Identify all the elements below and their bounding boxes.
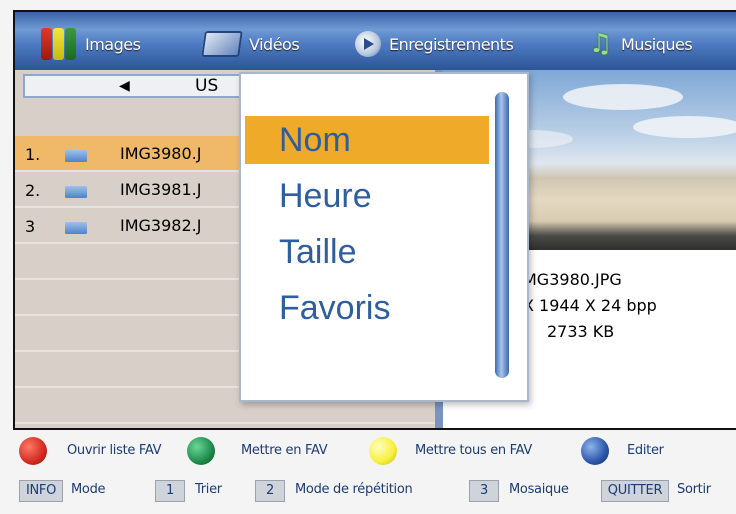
green-button-label: Mettre en FAV — [241, 443, 328, 458]
preview-filename: MG3980.JPG — [523, 270, 622, 289]
tab-videos[interactable]: Vidéos — [201, 30, 300, 58]
images-icon — [41, 28, 77, 60]
red-button-icon[interactable] — [19, 437, 47, 465]
sort-option-favorites[interactable]: Favoris — [245, 284, 489, 332]
tab-images[interactable]: Images — [41, 28, 141, 60]
file-number: 1. — [25, 145, 41, 164]
folder-icon — [65, 222, 87, 234]
sort-option-name[interactable]: Nom — [245, 116, 489, 164]
sort-option-size[interactable]: Taille — [245, 228, 489, 276]
quit-key[interactable]: QUITTER — [601, 480, 669, 502]
color-button-legend: Ouvrir liste FAV Mettre en FAV Mettre to… — [13, 434, 736, 466]
folder-icon — [65, 186, 87, 198]
video-icon — [201, 31, 243, 57]
path-bar[interactable]: ◀ US — [23, 74, 263, 98]
folder-icon — [65, 150, 87, 162]
info-key[interactable]: INFO — [19, 480, 63, 502]
sort-option-time[interactable]: Heure — [245, 172, 489, 220]
key-2[interactable]: 2 — [255, 480, 285, 502]
music-icon: ♫ — [589, 29, 612, 59]
path-label: US — [195, 76, 219, 96]
sort-menu-popup: Nom Heure Taille Favoris — [239, 72, 529, 402]
key-1[interactable]: 1 — [155, 480, 185, 502]
file-number: 3 — [25, 217, 36, 236]
media-tabs-bar: Images Vidéos Enregistrements ♫ Musiques — [15, 12, 736, 70]
key-legend: INFO Mode 1 Trier 2 Mode de répétition 3… — [13, 476, 736, 506]
yellow-button-label: Mettre tous en FAV — [415, 443, 533, 458]
preview-filesize: 2733 KB — [547, 322, 615, 341]
yellow-button-icon[interactable] — [369, 437, 397, 465]
back-arrow-icon[interactable]: ◀ — [119, 78, 130, 94]
tab-music[interactable]: ♫ Musiques — [589, 29, 693, 59]
preview-dimensions: X 1944 X 24 bpp — [523, 296, 657, 315]
blue-button-label: Editer — [627, 443, 664, 458]
file-name: IMG3981.J — [120, 180, 202, 199]
media-browser-screen: Images Vidéos Enregistrements ♫ Musiques… — [13, 10, 736, 430]
sort-menu-scrollbar[interactable] — [495, 92, 509, 378]
key-3[interactable]: 3 — [469, 480, 499, 502]
key-3-label: Mosaique — [509, 482, 569, 497]
info-key-label: Mode — [71, 482, 106, 497]
key-2-label: Mode de répétition — [295, 482, 413, 497]
red-button-label: Ouvrir liste FAV — [67, 443, 162, 458]
recordings-icon — [355, 31, 381, 57]
file-number: 2. — [25, 181, 41, 200]
tab-recordings-label: Enregistrements — [389, 34, 514, 54]
file-name: IMG3982.J — [120, 216, 202, 235]
tab-images-label: Images — [85, 34, 141, 54]
green-button-icon[interactable] — [187, 437, 215, 465]
key-1-label: Trier — [195, 482, 222, 497]
tab-recordings[interactable]: Enregistrements — [355, 30, 514, 58]
file-name: IMG3980.J — [120, 144, 202, 163]
blue-button-icon[interactable] — [581, 437, 609, 465]
quit-key-label: Sortir — [677, 482, 711, 497]
tab-music-label: Musiques — [621, 34, 693, 54]
tab-videos-label: Vidéos — [249, 34, 300, 54]
